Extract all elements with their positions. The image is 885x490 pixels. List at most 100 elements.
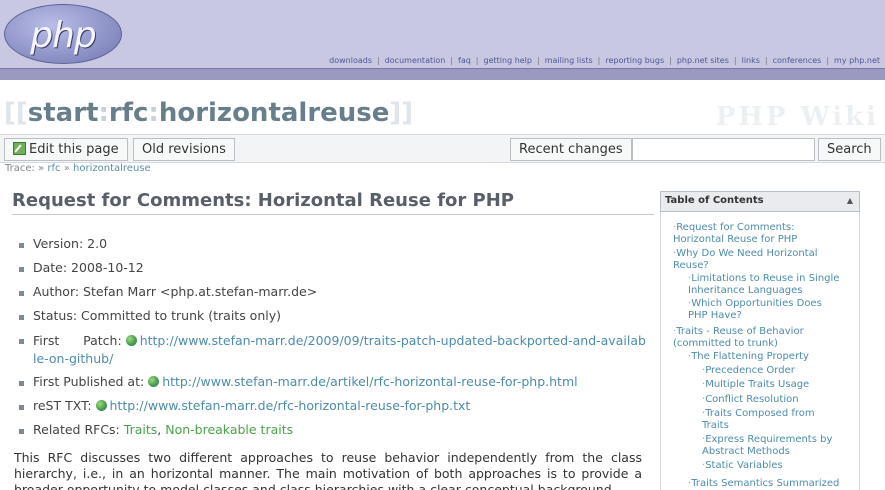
toc-item[interactable]: ·Traits - Reuse of Behavior (committed t… bbox=[673, 326, 845, 350]
rest-txt-link[interactable]: http://www.stefan-marr.de/rfc-horizontal… bbox=[110, 398, 471, 413]
list-item: First Published at: http://www.stefan-ma… bbox=[19, 374, 649, 398]
toc-item-label: Conflict Resolution bbox=[705, 394, 799, 405]
title-segment-rfc[interactable]: rfc bbox=[109, 98, 149, 128]
nav-link-links[interactable]: links bbox=[742, 56, 760, 65]
toc-body: ·Request for Comments: Horizontal Reuse … bbox=[660, 212, 860, 490]
toc-item[interactable]: ·Precedence Order bbox=[702, 365, 860, 377]
search-button[interactable]: Search bbox=[818, 138, 881, 161]
version-text: Version: 2.0 bbox=[33, 236, 108, 251]
nav-link-documentation[interactable]: documentation bbox=[385, 56, 446, 65]
nav-link-faq[interactable]: faq bbox=[458, 56, 471, 65]
nav-link-getting-help[interactable]: getting help bbox=[484, 56, 532, 65]
title-colon: : bbox=[98, 98, 109, 128]
toc-title: Table of Contents bbox=[665, 195, 764, 206]
breadcrumb: Trace: » rfc » horizontalreuse bbox=[5, 163, 151, 174]
toc-item-label: Why Do We Need Horizontal Reuse? bbox=[673, 248, 818, 271]
nav-link-mailing-lists[interactable]: mailing lists bbox=[545, 56, 593, 65]
nav-separator: | bbox=[450, 56, 453, 65]
toc-item[interactable]: ·Express Requirements by Abstract Method… bbox=[702, 434, 860, 458]
nav-separator: | bbox=[764, 56, 768, 65]
related-separator: , bbox=[157, 422, 162, 437]
article-heading: Request for Comments: Horizontal Reuse f… bbox=[12, 190, 654, 215]
toc-item-label: Traits - Reuse of Behavior (committed to… bbox=[673, 326, 804, 349]
toolbar: Edit this page Old revisions Recent chan… bbox=[0, 134, 885, 163]
list-item: Version: 2.0 bbox=[19, 236, 649, 260]
globe-icon bbox=[125, 335, 137, 346]
search-input[interactable] bbox=[632, 138, 815, 161]
collapse-arrow-icon[interactable]: ▲ bbox=[847, 196, 853, 205]
title-segment-start[interactable]: start bbox=[28, 98, 99, 128]
related-rfc-traits-link[interactable]: Traits bbox=[124, 422, 157, 437]
related-rfc-non-breakable-traits-link[interactable]: Non-breakable traits bbox=[165, 422, 293, 437]
header-divider-bar bbox=[0, 68, 885, 80]
author-text: Author: Stefan Marr <php.at.stefan-marr.… bbox=[33, 284, 318, 299]
toc-item[interactable]: ·Traits Semantics Summarized bbox=[688, 478, 860, 490]
site-header: php downloads | documentation | faq | getting … bbox=[0, 0, 885, 68]
nav-link-conferences[interactable]: conferences bbox=[773, 56, 822, 65]
nav-separator: | bbox=[536, 56, 540, 65]
globe-icon bbox=[95, 400, 107, 411]
list-item: First Patch: http://www.stefan-marr.de/2… bbox=[19, 332, 649, 374]
nav-link-reporting-bugs[interactable]: reporting bugs bbox=[605, 56, 664, 65]
edit-page-label: Edit this page bbox=[29, 142, 119, 157]
toc-item[interactable]: ·Traits Composed from Traits bbox=[702, 408, 842, 432]
date-text: Date: 2008-10-12 bbox=[33, 260, 144, 275]
list-item: reST TXT: http://www.stefan-marr.de/rfc-… bbox=[19, 398, 649, 422]
status-text: Status: Committed to trunk (traits only) bbox=[33, 308, 281, 323]
first-published-label: First Published at: bbox=[33, 374, 145, 389]
logo-text: php bbox=[30, 15, 97, 56]
toc-item-label: Traits Composed from Traits bbox=[702, 408, 815, 431]
toc-item-label: Limitations to Reuse in Single Inheritan… bbox=[688, 273, 840, 296]
nav-separator: | bbox=[733, 56, 737, 65]
list-item: Status: Committed to trunk (traits only) bbox=[19, 308, 649, 332]
toc-item-label: Traits Semantics Summarized bbox=[691, 478, 840, 489]
globe-icon bbox=[148, 376, 160, 387]
title-bracket-close: ]] bbox=[389, 98, 414, 128]
toc-item-label: The Flattening Property bbox=[691, 351, 809, 362]
toc-item[interactable]: ·Which Opportunities Does PHP Have? bbox=[688, 298, 843, 322]
old-revisions-button[interactable]: Old revisions bbox=[133, 138, 235, 161]
nav-separator: | bbox=[475, 56, 479, 65]
toc-item[interactable]: ·Why Do We Need Horizontal Reuse? bbox=[673, 248, 853, 272]
list-item: Date: 2008-10-12 bbox=[19, 260, 649, 284]
toc-item[interactable]: ·The Flattening Property bbox=[688, 351, 860, 363]
nav-separator: | bbox=[597, 56, 601, 65]
breadcrumb-item-rfc[interactable]: rfc bbox=[47, 163, 60, 174]
nav-link-downloads[interactable]: downloads bbox=[329, 56, 372, 65]
title-colon: : bbox=[148, 98, 159, 128]
toc-item[interactable]: ·Conflict Resolution bbox=[702, 394, 860, 406]
toc-item-label: Request for Comments: Horizontal Reuse f… bbox=[673, 222, 798, 245]
title-bracket-open: [[ bbox=[4, 98, 28, 128]
nav-separator: | bbox=[826, 56, 830, 65]
toc-item[interactable]: ·Static Variables bbox=[702, 460, 860, 472]
first-patch-link[interactable]: http://www.stefan-marr.de/2009/09/traits… bbox=[33, 333, 646, 366]
intro-paragraph: This RFC discusses two different approac… bbox=[14, 450, 642, 490]
list-item: Related RFCs: Traits, Non-breakable trai… bbox=[19, 422, 649, 446]
toc-header[interactable]: Table of Contents ▲ bbox=[660, 191, 860, 212]
top-nav: downloads | documentation | faq | getting help… bbox=[329, 56, 880, 65]
nav-link-php-net-sites[interactable]: php.net sites bbox=[677, 56, 729, 65]
edit-page-button[interactable]: Edit this page bbox=[4, 138, 128, 161]
toc-item-label: Precedence Order bbox=[705, 365, 795, 376]
toc-item-label: Multiple Traits Usage bbox=[705, 379, 810, 390]
toc-item[interactable]: ·Limitations to Reuse in Single Inherita… bbox=[688, 273, 860, 297]
toc-item[interactable]: ·Multiple Traits Usage bbox=[702, 379, 860, 391]
breadcrumb-item-horizontalreuse[interactable]: horizontalreuse bbox=[73, 163, 151, 174]
recent-changes-button[interactable]: Recent changes bbox=[510, 138, 632, 161]
wiki-brand: PHP Wiki bbox=[715, 102, 879, 132]
first-patch-label: First Patch: bbox=[33, 333, 122, 348]
rfc-info-list: Version: 2.0 Date: 2008-10-12 Author: St… bbox=[19, 236, 649, 446]
breadcrumb-label: Trace: bbox=[5, 163, 35, 174]
toc-item-label: Static Variables bbox=[705, 460, 783, 471]
nav-link-my-php-net[interactable]: my php.net bbox=[834, 56, 880, 65]
nav-separator: | bbox=[377, 56, 380, 65]
php-logo[interactable]: php bbox=[4, 4, 122, 64]
pencil-icon bbox=[13, 142, 26, 155]
list-item: Author: Stefan Marr <php.at.stefan-marr.… bbox=[19, 284, 649, 308]
related-rfcs-label: Related RFCs: bbox=[33, 422, 120, 437]
first-published-link[interactable]: http://www.stefan-marr.de/artikel/rfc-ho… bbox=[162, 374, 577, 389]
title-segment-horizontalreuse[interactable]: horizontalreuse bbox=[159, 98, 390, 128]
toc-item-label: Express Requirements by Abstract Methods bbox=[702, 434, 833, 457]
nav-separator: | bbox=[669, 56, 672, 65]
toc-item[interactable]: ·Request for Comments: Horizontal Reuse … bbox=[673, 222, 821, 246]
